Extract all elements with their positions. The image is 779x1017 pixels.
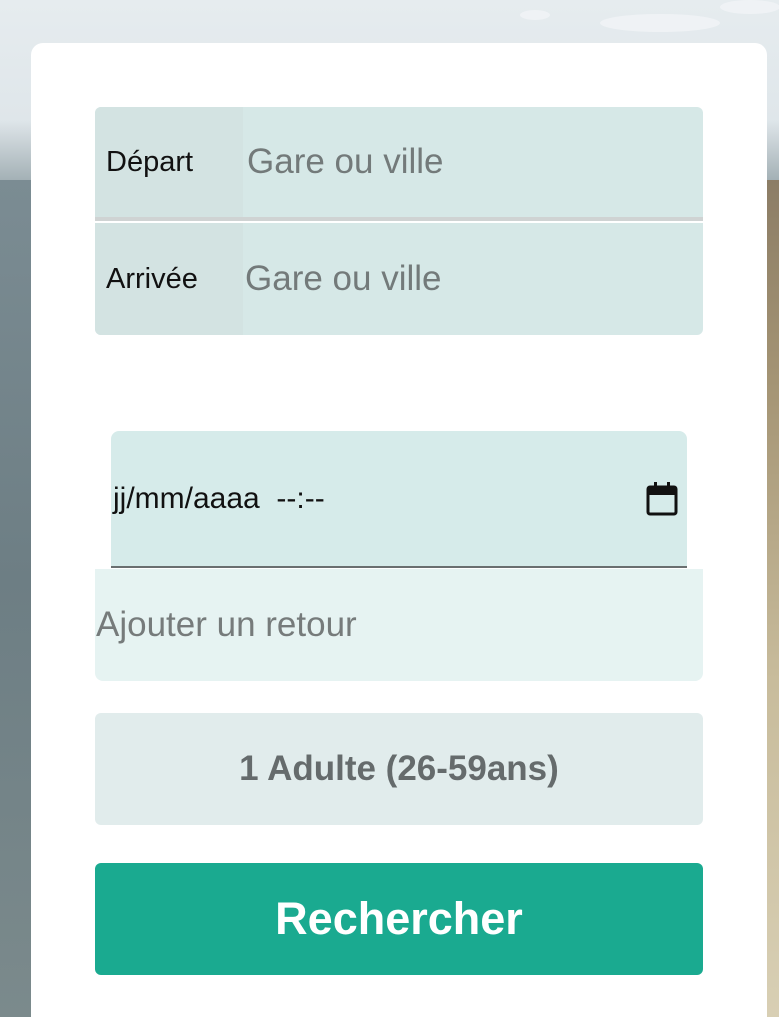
datetime-value: jj/mm/aaaa --:-- — [113, 481, 325, 515]
arrival-label: Arrivée — [95, 223, 243, 335]
background-cloud — [720, 0, 779, 14]
search-button[interactable]: Rechercher — [95, 863, 703, 975]
background-sea-left — [0, 180, 32, 1017]
background-shore-right — [765, 180, 779, 1017]
arrival-field[interactable]: Arrivée Gare ou ville — [95, 223, 703, 335]
search-card: Départ Gare ou ville Arrivée Gare ou vil… — [31, 43, 767, 1017]
departure-field[interactable]: Départ Gare ou ville — [95, 107, 703, 221]
datetime-input[interactable]: jj/mm/aaaa --:-- — [111, 431, 687, 568]
calendar-icon[interactable] — [645, 481, 679, 517]
add-return-button[interactable]: Ajouter un retour — [95, 569, 703, 681]
background-cloud — [520, 10, 550, 20]
departure-label: Départ — [95, 107, 243, 217]
departure-input[interactable]: Gare ou ville — [243, 107, 703, 217]
arrival-input[interactable]: Gare ou ville — [243, 223, 703, 335]
background-cloud — [600, 14, 720, 32]
passengers-selector[interactable]: 1 Adulte (26-59ans) — [95, 713, 703, 825]
